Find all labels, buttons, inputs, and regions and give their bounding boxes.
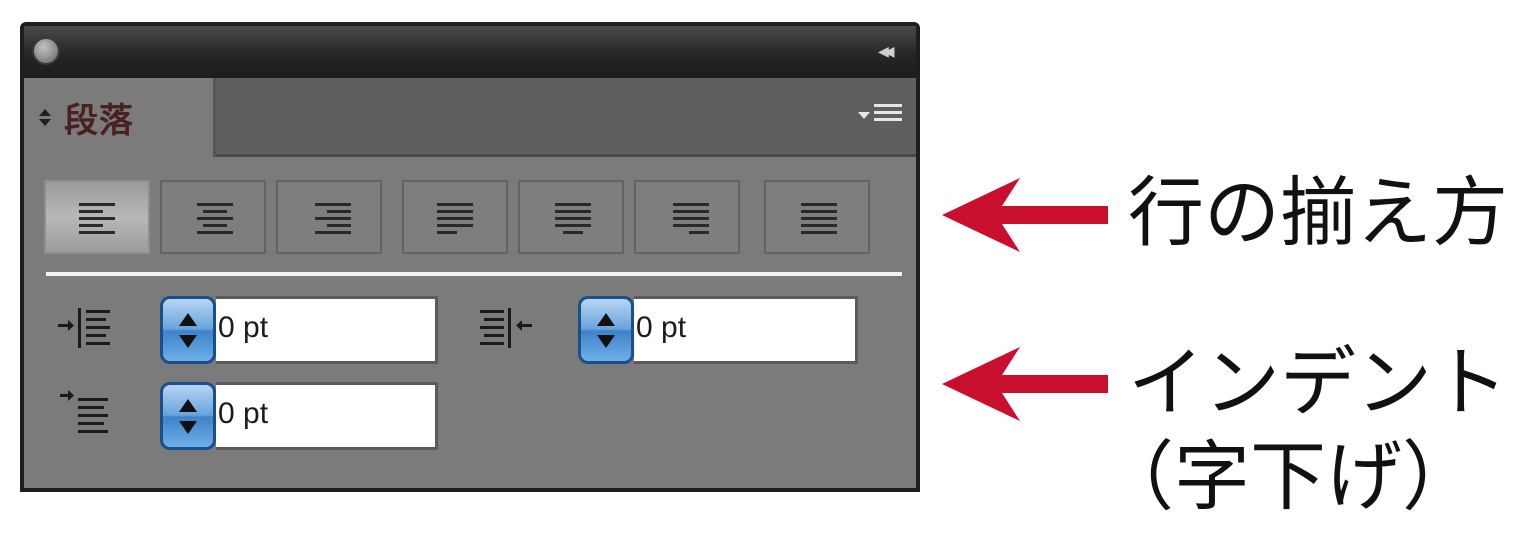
first-line-indent-field: 0 pt xyxy=(56,382,438,450)
right-indent-icon xyxy=(480,308,532,348)
indent-pointer-arrow-icon xyxy=(942,347,1108,421)
close-icon[interactable] xyxy=(32,37,60,65)
justify-all-button[interactable] xyxy=(764,180,870,254)
align-right-icon xyxy=(315,203,351,234)
alignment-pointer-arrow-icon xyxy=(942,178,1108,252)
alignment-annotation: 行の揃え方 xyxy=(1128,168,1508,257)
tab-label: 段落 xyxy=(64,101,134,141)
first-line-indent-icon xyxy=(60,390,108,433)
align-right-button[interactable] xyxy=(276,180,382,254)
section-divider xyxy=(46,272,902,276)
right-indent-field: 0 pt xyxy=(478,296,858,364)
left-indent-stepper[interactable] xyxy=(160,296,216,364)
align-center-button[interactable] xyxy=(160,180,266,254)
justify-last-left-button[interactable] xyxy=(402,180,508,254)
first-line-indent-stepper[interactable] xyxy=(160,382,216,450)
indent-annotation-line1: インデント xyxy=(1128,338,1508,427)
right-indent-input[interactable]: 0 pt xyxy=(634,296,858,364)
left-indent-field: 0 pt xyxy=(56,296,438,364)
indent-annotation-line2: （字下げ） xyxy=(1098,432,1478,521)
tab-paragraph[interactable]: 段落 xyxy=(24,78,216,157)
justify-last-center-button[interactable] xyxy=(518,180,624,254)
collapse-icon[interactable]: ◀◀ xyxy=(878,43,904,61)
right-indent-stepper[interactable] xyxy=(578,296,634,364)
paragraph-panel: ◀◀ 段落 0 pt 0 pt 0 pt xyxy=(20,22,920,492)
align-left-button[interactable] xyxy=(44,180,150,254)
justify-all-icon xyxy=(801,203,837,234)
left-indent-input[interactable]: 0 pt xyxy=(216,296,438,364)
first-line-indent-input[interactable]: 0 pt xyxy=(216,382,438,450)
align-center-icon xyxy=(197,203,233,234)
tab-strip: 段落 xyxy=(24,78,916,157)
justify-last-right-button[interactable] xyxy=(634,180,740,254)
up-down-arrows-icon xyxy=(38,106,52,130)
panel-titlebar[interactable]: ◀◀ xyxy=(24,26,916,78)
justify-last-left-icon xyxy=(437,203,473,234)
panel-menu-icon[interactable] xyxy=(858,104,904,130)
align-left-icon xyxy=(79,203,115,234)
justify-last-center-icon xyxy=(555,203,591,234)
left-indent-icon xyxy=(58,308,110,348)
justify-last-right-icon xyxy=(673,203,709,234)
